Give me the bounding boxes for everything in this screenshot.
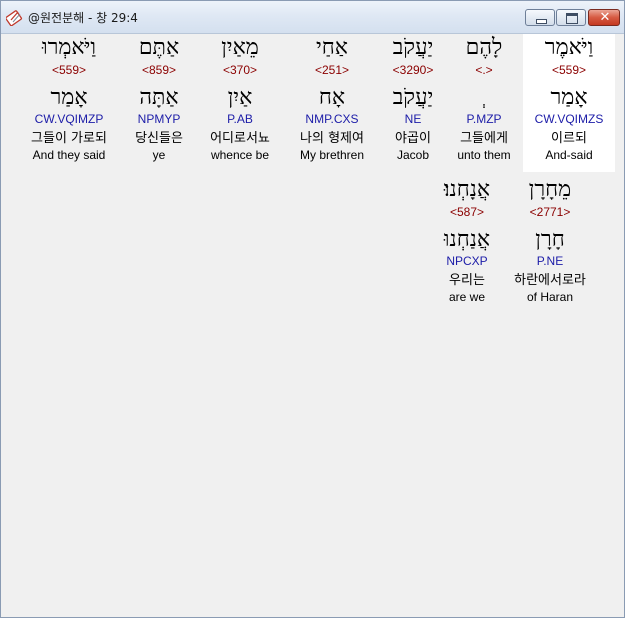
close-button[interactable]: ✕ — [588, 9, 620, 26]
strongs-number[interactable]: <859> — [114, 64, 204, 78]
minimize-button[interactable] — [525, 9, 555, 26]
morphology-code: CW.VQIMZP — [34, 112, 104, 126]
word-column[interactable]: מֵחָרָן <2771> חָרָן P.NE 하란에서로라 of Hara… — [505, 176, 595, 304]
hebrew-word: אַתֶּם — [138, 35, 180, 60]
lemma-word: אָמַר — [50, 85, 88, 110]
korean-gloss: 우리는 — [449, 273, 485, 288]
word-column[interactable]: וַיֹּאמֶר <559> אָמַר CW.VQIMZS 이르되 And-… — [524, 34, 614, 162]
lemma-word: חָרָן — [535, 227, 565, 252]
english-gloss: of Haran — [526, 290, 574, 304]
window-title: @원전분해 - 창 29:4 — [28, 11, 138, 25]
korean-gloss: 당신들은 — [135, 131, 183, 146]
morphology-code: NPMYP — [137, 112, 181, 126]
english-gloss: whence be — [210, 148, 270, 162]
korean-gloss: 나의 형제여 — [300, 131, 364, 146]
strongs-number[interactable]: <587> — [422, 206, 512, 220]
title-bar[interactable]: @원전분해 - 창 29:4 ✕ — [1, 1, 624, 34]
interlinear-view[interactable]: וַיֹּאמֶר <559> אָמַר CW.VQIMZS 이르되 And-… — [5, 34, 622, 614]
morphology-code: NPCXP — [446, 254, 488, 268]
korean-gloss: 어디로서뇨 — [210, 131, 270, 146]
strongs-number[interactable]: <370> — [195, 64, 285, 78]
word-column[interactable]: אֲנָחְנוּ׃ <587> אֲנַחְנוּ NPCXP 우리는 are… — [422, 176, 512, 304]
hebrew-word: מֵחָרָן — [528, 177, 572, 202]
lemma-word: אָמַר — [550, 85, 588, 110]
strongs-number[interactable]: <251> — [287, 64, 377, 78]
word-column[interactable]: יַעֲקֹב <3290> יַעֲקֹב NE 야곱이 Jacob — [368, 34, 458, 162]
english-gloss: Jacob — [396, 148, 430, 162]
hebrew-word: וַיֹּאמְרוּ — [41, 35, 97, 60]
english-gloss: And they said — [32, 148, 106, 162]
hebrew-word: מֵאַיִן — [221, 35, 259, 60]
morphology-code: NMP.CXS — [305, 112, 359, 126]
hebrew-word: יַעֲקֹב — [392, 35, 434, 60]
english-gloss: are we — [448, 290, 486, 304]
english-gloss: And-said — [545, 148, 593, 162]
lemma-word: אָח — [318, 85, 346, 110]
maximize-icon — [566, 13, 578, 24]
minimize-icon — [536, 19, 547, 24]
lemma-word: יַעֲקֹב — [392, 85, 434, 110]
korean-gloss: 하란에서로라 — [514, 273, 586, 288]
strongs-number[interactable]: <559> — [19, 64, 119, 78]
morphology-code: P.NE — [536, 254, 564, 268]
morphology-code: CW.VQIMZS — [534, 112, 604, 126]
morphology-code: P.AB — [227, 112, 253, 126]
app-window: @원전분해 - 창 29:4 ✕ וַיֹּאמֶר <559> אָמַר C… — [0, 0, 625, 618]
close-icon: ✕ — [599, 10, 611, 25]
korean-gloss: 이르되 — [551, 131, 587, 146]
lemma-word: אַיִן — [227, 85, 253, 110]
english-gloss: ye — [152, 148, 166, 162]
hebrew-word: אֲנָחְנוּ׃ — [443, 177, 491, 202]
word-column[interactable]: אַתֶּם <859> אַתָּה NPMYP 당신들은 ye — [114, 34, 204, 162]
strongs-number[interactable]: <3290> — [368, 64, 458, 78]
hebrew-word: וַיֹּאמֶר — [544, 35, 594, 60]
lemma-word: אֲנַחְנוּ — [443, 227, 491, 252]
maximize-button[interactable] — [556, 9, 586, 26]
strongs-number[interactable]: <2771> — [505, 206, 595, 220]
strongs-number[interactable]: <559> — [524, 64, 614, 78]
word-column[interactable]: וַיֹּאמְרוּ <559> אָמַר CW.VQIMZP 그들이 가로… — [19, 34, 119, 162]
word-column[interactable]: אַחַי <251> אָח NMP.CXS 나의 형제여 My brethr… — [287, 34, 377, 162]
morphology-code: NE — [404, 112, 422, 126]
english-gloss: My brethren — [299, 148, 365, 162]
app-icon[interactable] — [6, 8, 24, 26]
korean-gloss: 야곱이 — [395, 131, 431, 146]
hebrew-word: אַחַי — [316, 35, 348, 60]
word-column[interactable]: מֵאַיִן <370> אַיִן P.AB 어디로서뇨 whence be — [195, 34, 285, 162]
lemma-word: אַתָּה — [139, 85, 179, 110]
korean-gloss: 그들이 가로되 — [31, 131, 107, 146]
